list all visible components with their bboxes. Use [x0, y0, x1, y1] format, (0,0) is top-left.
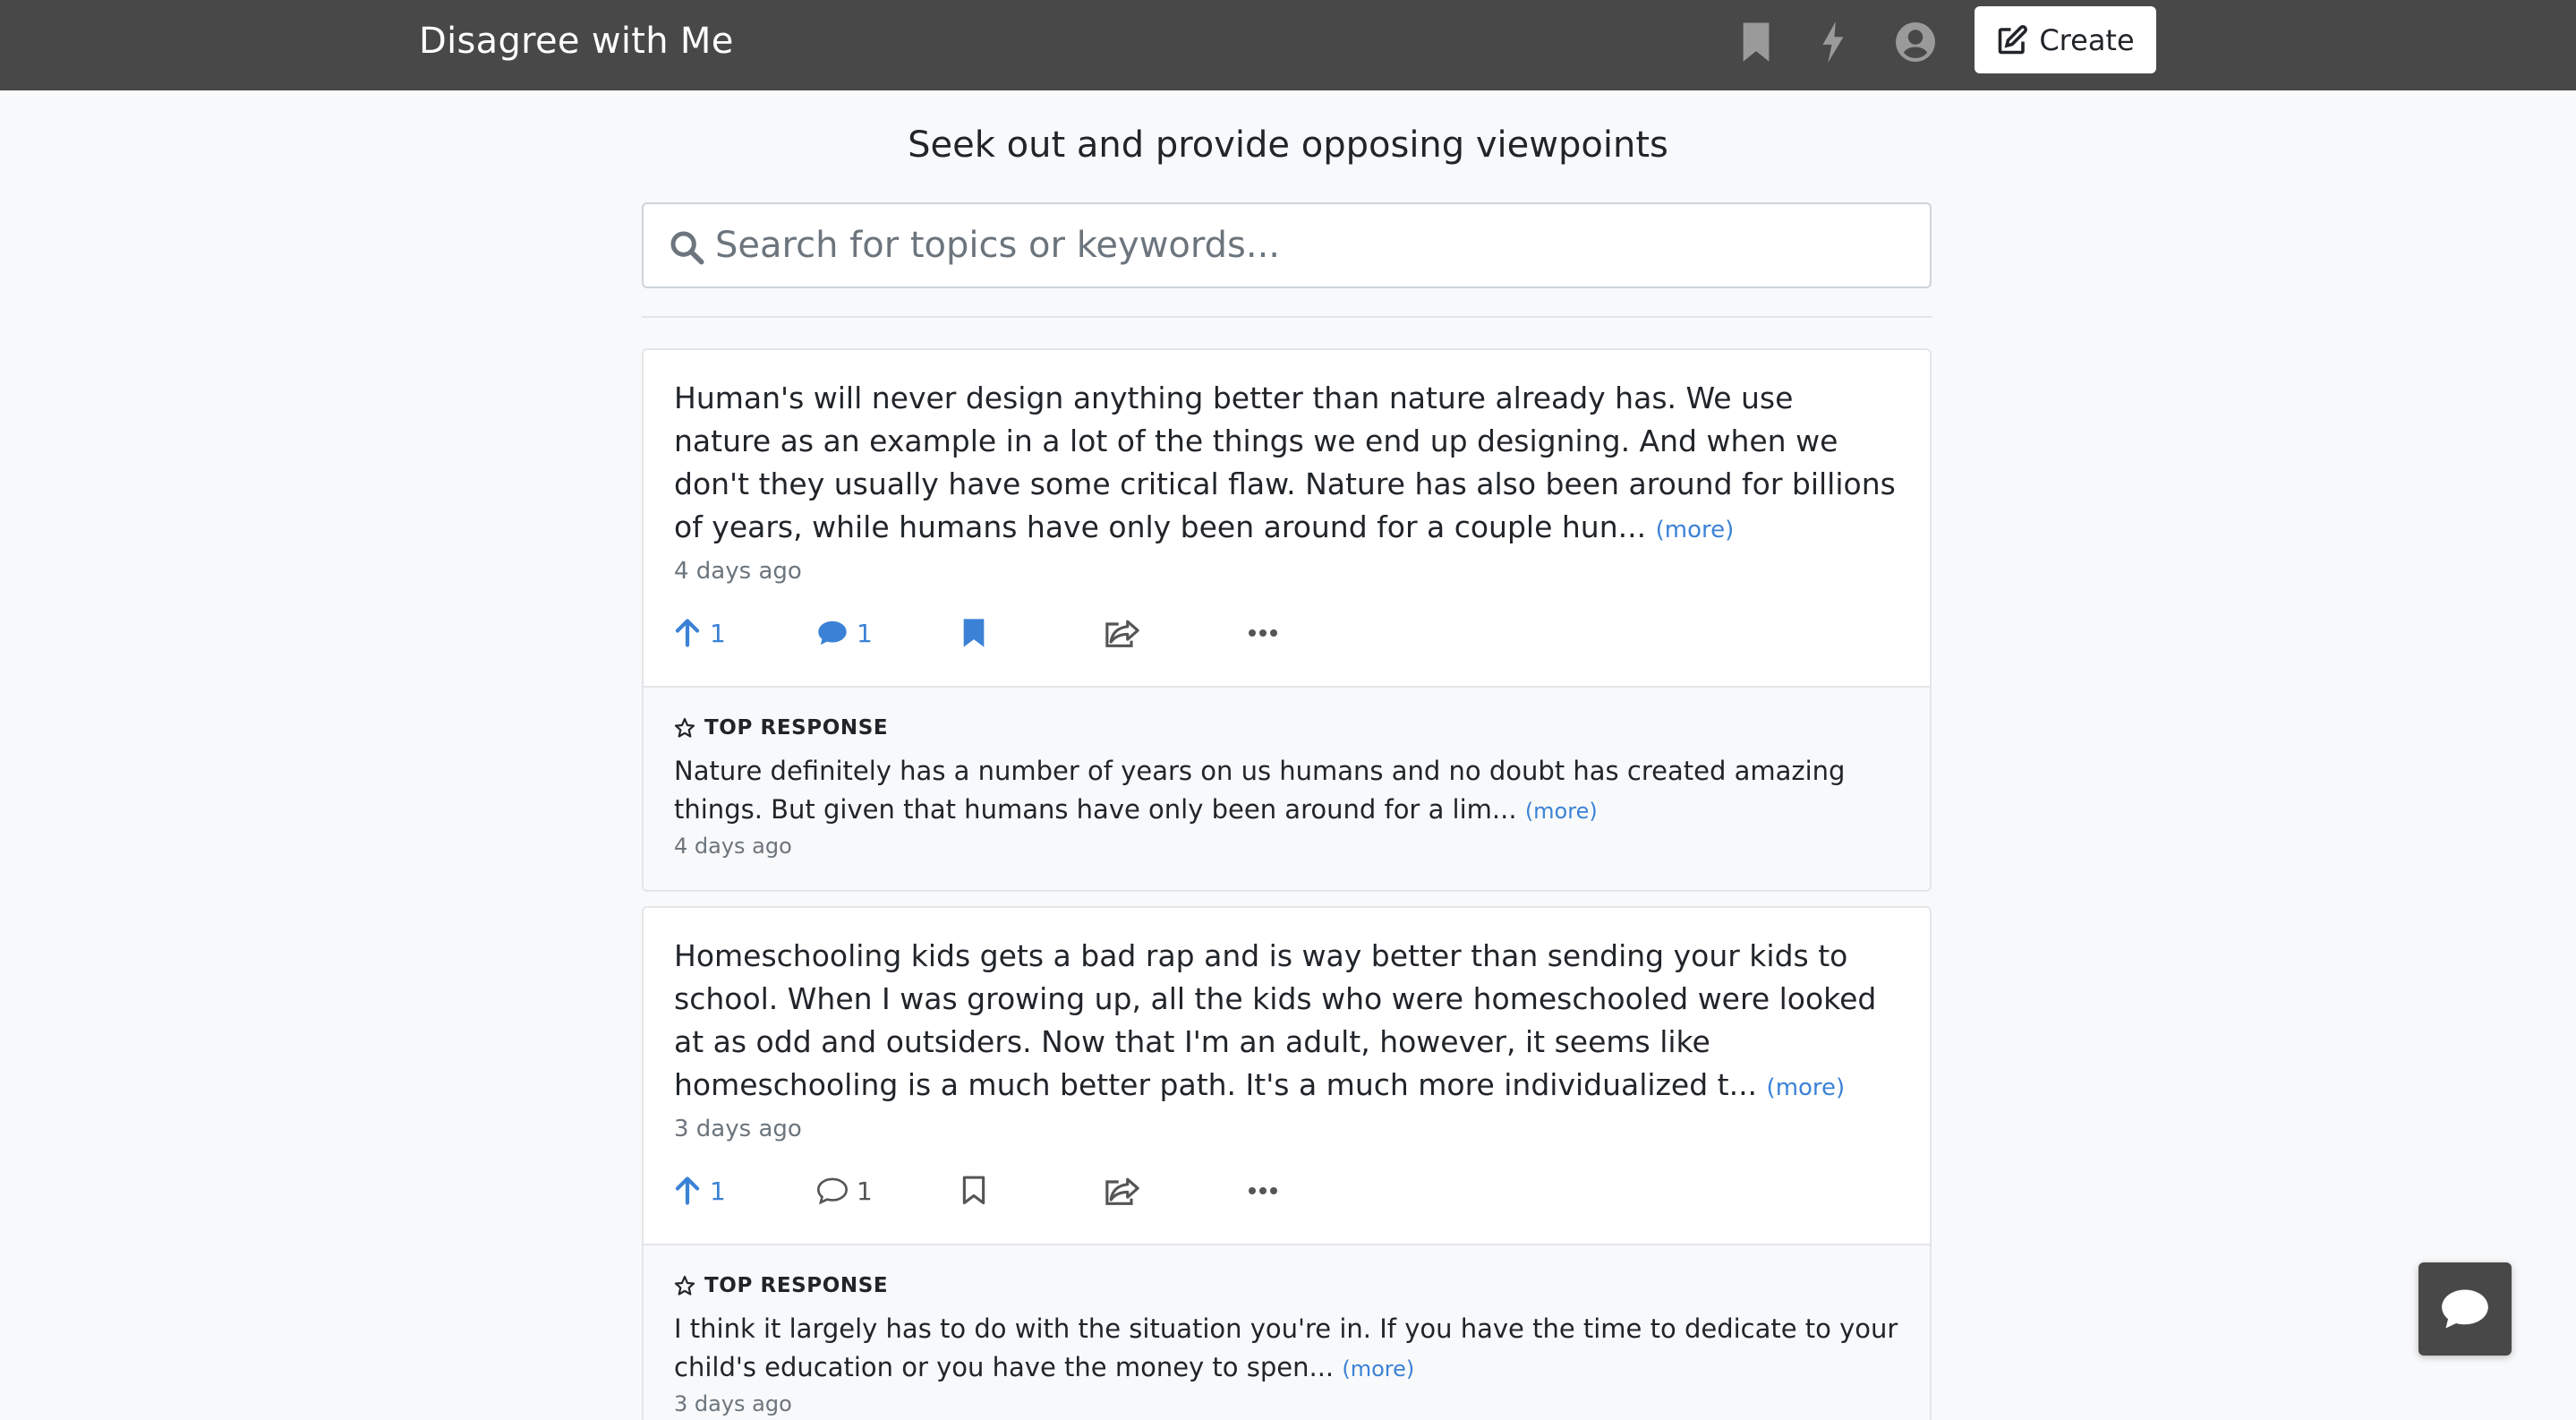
create-button-label: Create [2039, 22, 2135, 57]
comment-count: 1 [857, 1176, 873, 1206]
chat-widget-button[interactable] [2418, 1262, 2512, 1356]
share-icon [1105, 620, 1139, 647]
post-text: Human's will never design anything bette… [674, 350, 1899, 552]
response-body: I think it largely has to do with the si… [674, 1313, 1898, 1382]
top-response: TOP RESPONSE I think it largely has to d… [644, 1244, 1930, 1420]
bolt-icon[interactable] [1811, 20, 1855, 64]
post-text: Homeschooling kids gets a bad rap and is… [674, 908, 1899, 1109]
upvote-button[interactable]: 1 [674, 1171, 726, 1210]
response-timestamp: 4 days ago [674, 834, 792, 859]
top-response-label-text: TOP RESPONSE [704, 1274, 889, 1297]
post-body: Homeschooling kids gets a bad rap and is… [674, 938, 1877, 1102]
comment-button[interactable]: 1 [817, 1171, 873, 1210]
more-link[interactable]: (more) [1525, 799, 1598, 824]
more-link[interactable]: (more) [1656, 517, 1735, 543]
search-input[interactable] [715, 204, 1915, 287]
post-actions: 1 1 [674, 1171, 1390, 1210]
comment-icon [817, 1177, 848, 1204]
search-divider [642, 316, 1932, 318]
top-response-label-text: TOP RESPONSE [704, 716, 889, 740]
response-body: Nature definitely has a number of years … [674, 756, 1846, 825]
ellipsis-icon [1249, 1187, 1277, 1194]
edit-icon [1999, 24, 2028, 54]
bookmark-icon [962, 1176, 985, 1205]
bookmark-button[interactable] [962, 1171, 985, 1210]
post-card: Homeschooling kids gets a bad rap and is… [642, 906, 1932, 1420]
create-button[interactable]: Create [1975, 6, 2156, 73]
arrow-up-icon [675, 619, 700, 647]
comment-count: 1 [857, 618, 873, 648]
post-timestamp: 3 days ago [674, 1116, 802, 1142]
chat-bubble-icon [2442, 1289, 2488, 1329]
bookmark-icon[interactable] [1734, 20, 1778, 64]
more-link[interactable]: (more) [1342, 1356, 1414, 1382]
share-button[interactable] [1105, 1171, 1140, 1210]
upvote-count: 1 [710, 1176, 726, 1206]
post-actions: 1 1 [674, 613, 1390, 653]
search-icon [669, 229, 704, 269]
more-link[interactable]: (more) [1767, 1074, 1846, 1101]
post-timestamp: 4 days ago [674, 558, 802, 585]
user-circle-icon[interactable] [1893, 20, 1938, 64]
bookmark-icon [963, 619, 985, 647]
share-icon [1105, 1177, 1139, 1205]
more-options-button[interactable] [1248, 1171, 1278, 1210]
response-text: Nature definitely has a number of years … [674, 752, 1899, 831]
response-timestamp: 3 days ago [674, 1391, 792, 1416]
comment-button[interactable]: 1 [817, 613, 873, 653]
top-response-label: TOP RESPONSE [674, 688, 1899, 740]
app-title[interactable]: Disagree with Me [419, 18, 734, 64]
page-tagline: Seek out and provide opposing viewpoints [908, 124, 1668, 166]
star-icon [674, 717, 695, 738]
bookmark-button[interactable] [962, 613, 985, 653]
upvote-count: 1 [710, 618, 726, 648]
top-navbar: Disagree with Me Create [0, 0, 2576, 90]
top-response: TOP RESPONSE Nature definitely has a num… [644, 686, 1930, 890]
star-icon [674, 1275, 695, 1296]
upvote-button[interactable]: 1 [674, 613, 726, 653]
ellipsis-icon [1249, 629, 1277, 637]
post-card: Human's will never design anything bette… [642, 348, 1932, 892]
share-button[interactable] [1105, 613, 1140, 653]
arrow-up-icon [675, 1176, 700, 1205]
top-response-label: TOP RESPONSE [674, 1245, 1899, 1297]
search-box [642, 202, 1932, 288]
comment-icon [818, 620, 847, 646]
more-options-button[interactable] [1248, 613, 1278, 653]
response-text: I think it largely has to do with the si… [674, 1310, 1899, 1389]
